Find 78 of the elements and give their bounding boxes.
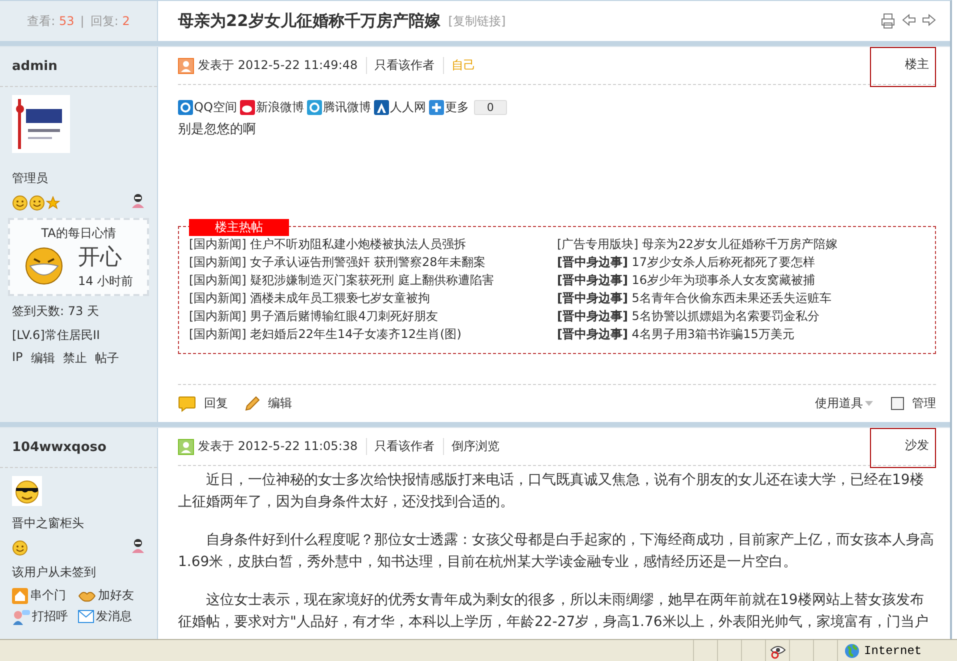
tools-menu[interactable]: 使用道具 <box>815 395 873 412</box>
hot-post-link[interactable]: [国内新闻] 女子承认诬告刑警强奸 获刑警察28年未翻案 <box>189 253 557 271</box>
post-link[interactable]: 倒序浏览 <box>442 438 500 455</box>
contact-link[interactable]: 打招呼 <box>12 608 68 625</box>
post-paragraph: 近日，一位神秘的女士多次给快报情感版打来电话，口气既真诚又焦急，说有个朋友的女儿还在读大学，已经在19楼上征婚两年了，因为自身条件太好，还没找到合适的。 <box>178 471 925 512</box>
share-link[interactable]: QQ空间 <box>178 99 237 116</box>
hot-post-link[interactable]: [国内新闻] 老妇婚后22年生14子女凑齐12生肖(图) <box>189 325 557 343</box>
manage-label: 管理 <box>912 395 936 412</box>
hot-post-link[interactable]: [晋中身边事] 17岁少女杀人后称死都死了要怎样 <box>557 253 935 271</box>
post-link[interactable]: 只看该作者 <box>366 438 435 455</box>
mood-time: 14 小时前 <box>78 273 134 290</box>
user-icon <box>178 438 194 454</box>
thread-title: 母亲为22岁女儿征婚称千万房产陪嫁 <box>178 10 440 32</box>
hot-post-link[interactable]: [晋中身边事] 16岁少年为琐事杀人女友窝藏被捕 <box>557 271 935 289</box>
edit-button[interactable]: 编辑 <box>244 395 292 412</box>
user-stat: 该用户从未签到 <box>12 564 97 581</box>
smiley-icon <box>12 194 28 210</box>
star-icon <box>46 196 60 210</box>
user-stat: 签到天数: 73 天 <box>12 303 100 320</box>
share-count: 0 <box>474 100 507 115</box>
separator: | <box>80 14 84 28</box>
print-icon[interactable] <box>880 13 896 29</box>
user-stat: [LV.6]常住居民II <box>12 327 101 344</box>
post-paragraph: 自身条件好到什么程度呢？那位女士透露：女孩父母都是白手起家的，下海经商成功，目前家产上亿，而女孩本人身高1.69米，皮肤白皙，秀外慧中，知书达理，目前在杭州某大学读金融专业，感情经历还是一片空白。 <box>178 531 935 572</box>
mood-text: 开心 <box>78 244 123 272</box>
zone-label: Internet <box>864 644 922 658</box>
author-name[interactable]: admin <box>0 47 157 87</box>
hot-post-link[interactable]: [国内新闻] 住户不听劝阻私建小炮楼被执法人员强拆 <box>189 235 557 253</box>
mood-title: TA的每日心情 <box>41 225 116 242</box>
person-icon <box>131 193 145 209</box>
share-link[interactable]: 人人网 <box>374 99 426 116</box>
hot-post-link[interactable]: [晋中身边事] 5名协警以抓嫖娼为名索要罚金私分 <box>557 307 935 325</box>
hot-post-link[interactable]: [晋中身边事] 5名青年合伙偷东西未果还丢失运赃车 <box>557 289 935 307</box>
plus-icon <box>428 100 444 115</box>
post-paragraph: 这位女士表示，现在家境好的优秀女青年成为剩女的很多，所以未雨绸缪，她早在两年前就在19楼网站上替女孩发布征婚帖，要求对方"人品好，有才华，本科以上学历，年龄22-27岁，身高1.76米以上，外表阳光帅气，家境富有，门当户 <box>178 591 930 632</box>
globe-icon <box>844 642 860 658</box>
hot-post-link[interactable]: [国内新闻] 男子酒后赌博输红眼4刀刺死好朋友 <box>189 307 557 325</box>
reply-button[interactable]: 回复 <box>178 395 228 412</box>
share-link[interactable]: 新浪微博 <box>240 99 304 116</box>
caret-icon <box>865 401 873 406</box>
smiley-icon <box>12 540 28 556</box>
admin-link[interactable]: IP <box>12 350 23 367</box>
share-link[interactable]: 腾讯微博 <box>306 99 371 116</box>
post-text: 别是忽悠的啊 <box>178 121 257 138</box>
hot-posts-title: 楼主热帖 <box>189 219 289 236</box>
post-time: 发表于 2012-5-22 11:05:38 <box>198 438 358 455</box>
share-link[interactable]: 更多 <box>428 99 469 116</box>
floor-label: 沙发 <box>870 428 936 468</box>
person-icon <box>131 538 145 554</box>
person-speech-icon <box>12 608 30 624</box>
hot-post-link[interactable]: [国内新闻] 疑犯涉嫌制造灭门案获死刑 庭上翻供称遭陷害 <box>189 271 557 289</box>
hot-post-link[interactable]: [晋中身边事] 4名男子用3箱书诈骗15万美元 <box>557 325 935 343</box>
home-icon <box>12 588 28 604</box>
contact-link[interactable]: 串个门 <box>12 587 68 604</box>
mail-icon <box>78 610 94 623</box>
admin-link[interactable]: 帖子 <box>94 350 119 367</box>
smiley-icon <box>29 194 45 210</box>
speech-bubble-icon <box>178 396 196 412</box>
post-time: 发表于 2012-5-22 11:49:48 <box>198 57 358 74</box>
admin-link[interactable]: 编辑 <box>30 350 55 367</box>
user-group: 晋中之窗柜头 <box>12 514 145 532</box>
replies-count: 回复: 2 <box>90 12 130 30</box>
user-icon <box>178 58 194 74</box>
contact-link[interactable]: 发消息 <box>78 608 134 625</box>
manage-checkbox[interactable] <box>891 397 904 410</box>
user-group: 管理员 <box>12 169 145 187</box>
hot-post-link[interactable]: [国内新闻] 酒楼未成年员工猥亵七岁女童被拘 <box>189 289 557 307</box>
next-icon[interactable] <box>922 13 936 27</box>
author-name[interactable]: 104wwxqoso <box>0 428 157 468</box>
floor-label: 楼主 <box>870 47 936 87</box>
admin-link[interactable]: 禁止 <box>62 350 87 367</box>
hot-post-link[interactable]: [广告专用版块] 母亲为22岁女儿征婚称千万房产陪嫁 <box>557 235 935 253</box>
pencil-icon <box>244 396 260 412</box>
previous-icon[interactable] <box>902 13 916 27</box>
views-count: 查看: 53 <box>27 12 74 30</box>
contact-link[interactable]: 加好友 <box>78 587 134 604</box>
post-link[interactable]: 只看该作者 <box>366 57 435 74</box>
grinning-face-icon <box>24 246 64 286</box>
